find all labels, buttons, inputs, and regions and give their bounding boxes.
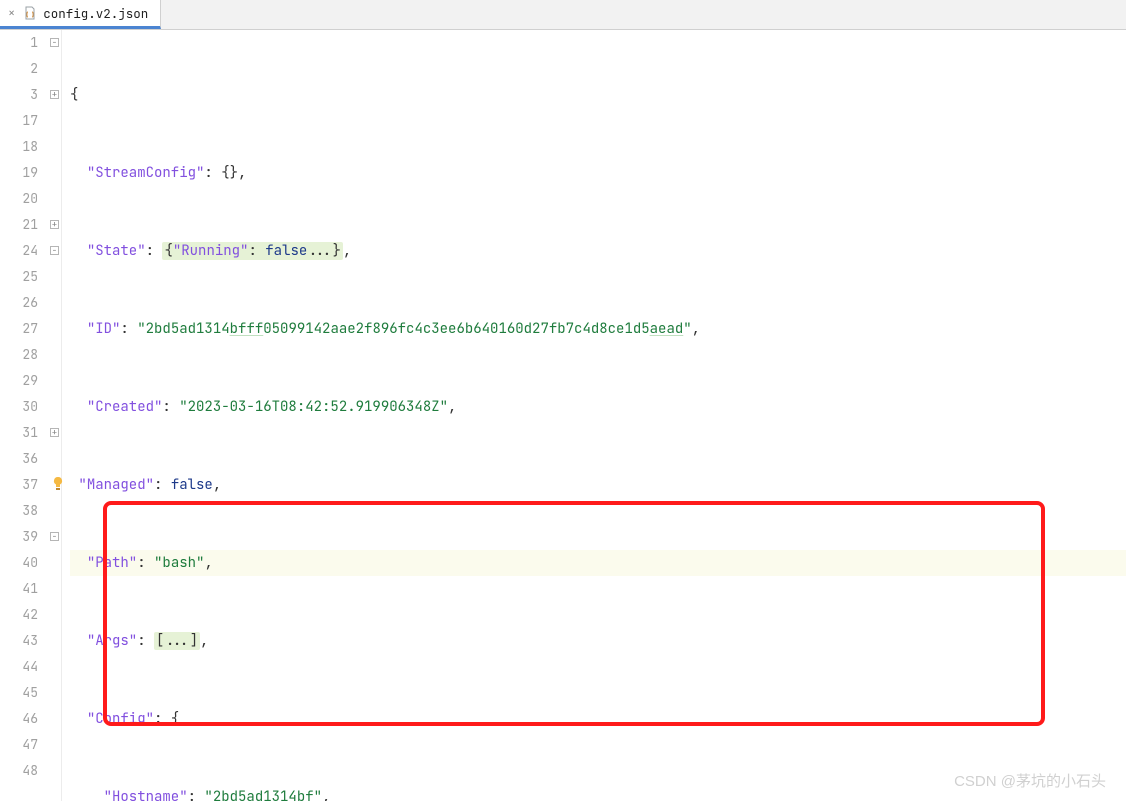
line-number-gutter: 1231718192021242526272829303136373839404… [0,30,48,801]
fold-gutter[interactable]: - + + - + - [48,30,62,801]
tab-config[interactable]: × config.v2.json [0,0,161,29]
fold-toggle-icon[interactable]: + [50,428,59,437]
fold-toggle-icon[interactable]: - [50,532,59,541]
fold-toggle-icon[interactable]: + [50,90,59,99]
hint-bulb-icon[interactable] [52,476,64,492]
fold-toggle-icon[interactable]: - [50,246,59,255]
tab-bar: × config.v2.json [0,0,1126,30]
code-area[interactable]: { "StreamConfig": {}, "State": {"Running… [62,30,1126,801]
fold-placeholder[interactable]: {"Running": false...} [162,242,342,260]
fold-toggle-icon[interactable]: - [50,38,59,47]
code-editor[interactable]: 1231718192021242526272829303136373839404… [0,30,1126,801]
close-icon[interactable]: × [8,5,15,21]
fold-placeholder[interactable]: [...] [154,632,200,650]
fold-toggle-icon[interactable]: + [50,220,59,229]
json-file-icon [23,6,37,20]
tab-label: config.v2.json [43,5,148,22]
